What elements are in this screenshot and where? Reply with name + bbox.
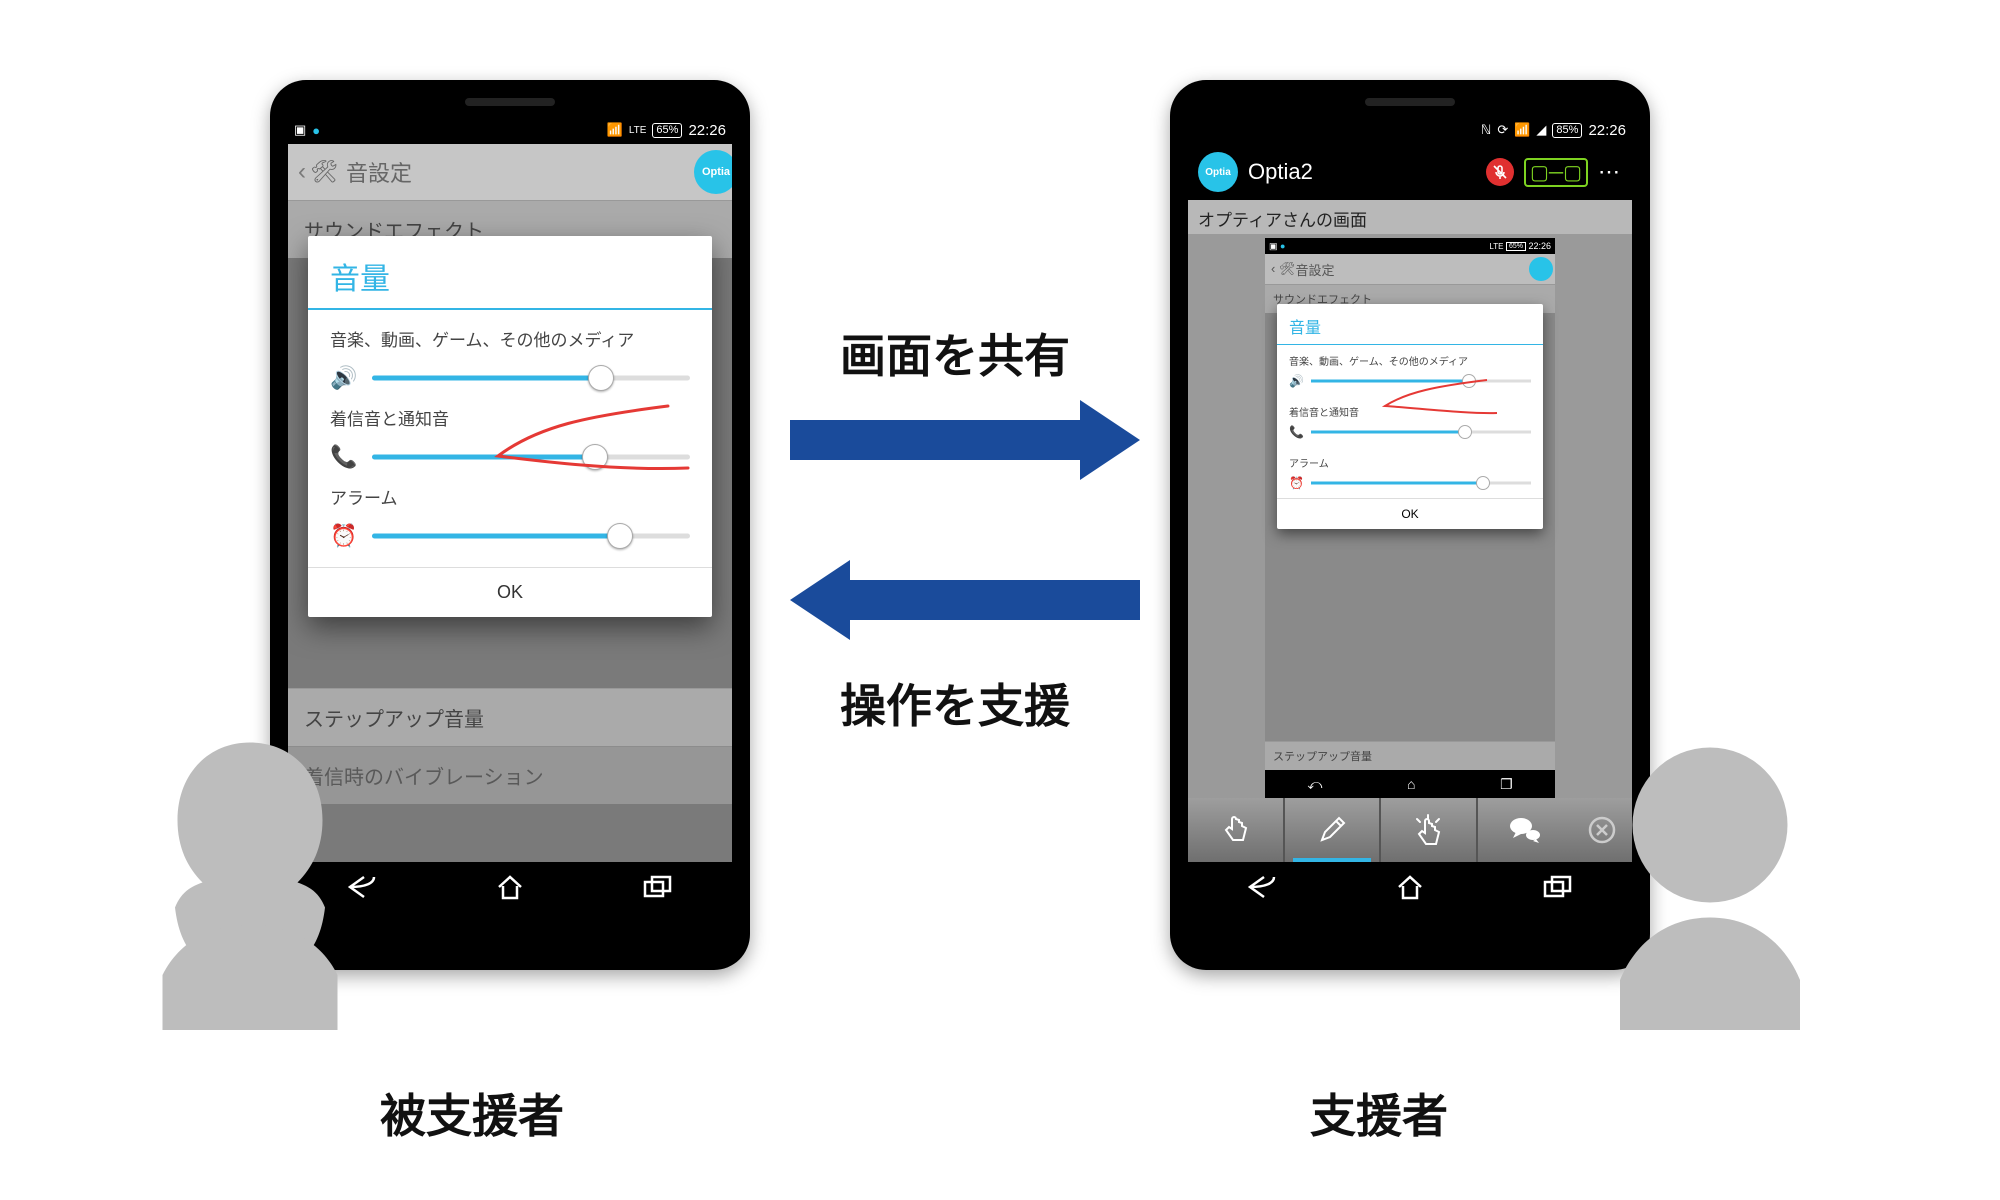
- tool-tap-icon[interactable]: [1188, 798, 1283, 862]
- app-title: Optia2: [1248, 159, 1476, 185]
- tool-chat-icon[interactable]: [1476, 798, 1573, 862]
- supported-label: 被支援者: [380, 1080, 564, 1146]
- settings-wrench-icon: 🛠: [310, 159, 338, 185]
- home-nav-icon[interactable]: [1389, 873, 1431, 908]
- app-icon: ●: [312, 123, 320, 138]
- tool-pointer-icon[interactable]: [1379, 798, 1476, 862]
- assist-arrow: [790, 560, 1140, 640]
- mini-ok: OK: [1277, 498, 1543, 529]
- mini-signal: LTE: [1489, 242, 1503, 251]
- mini-back-nav-icon: ⤺: [1307, 776, 1322, 793]
- signal-icon: ◢: [1536, 122, 1546, 138]
- mini-alarm-label: アラーム: [1277, 447, 1543, 474]
- phone-speaker: [1365, 98, 1455, 106]
- volume-dialog: 音量 音楽、動画、ゲーム、その他のメディア 🔊 着信音と通知音 📞: [308, 236, 712, 617]
- ok-button[interactable]: OK: [308, 567, 712, 617]
- mini-title: 音設定: [1295, 260, 1334, 279]
- right-screen: ℕ ⟳ 📶 ◢ 85% 22:26 Optia Optia2 ▢─▢ ⋯ オプテ…: [1188, 116, 1632, 918]
- mini-dialog: 音量 音楽、動画、ゲーム、その他のメディア 🔊 着信音と通知音 📞 アラーム ⏰…: [1277, 304, 1543, 529]
- mini-speaker-icon: 🔊: [1289, 374, 1303, 388]
- phone-speaker: [465, 98, 555, 106]
- mini-navbar: ⤺ ⌂ ❐: [1265, 770, 1555, 798]
- assist-label: 操作を支援: [840, 670, 1070, 736]
- phone-ring-icon: 📞: [330, 444, 356, 470]
- right-navbar: [1188, 862, 1632, 918]
- wifi-icon: 📶: [1514, 122, 1530, 138]
- supporter-label: 支援者: [1310, 1080, 1448, 1146]
- back-icon[interactable]: ‹: [298, 158, 306, 186]
- mini-home-nav-icon: ⌂: [1407, 776, 1415, 792]
- optia-logo-icon: Optia: [1198, 152, 1238, 192]
- mini-actionbar: ‹ 🛠 音設定: [1265, 254, 1555, 284]
- media-slider[interactable]: [372, 366, 690, 390]
- mini-clock: 22:26: [1528, 241, 1551, 251]
- alarm-clock-icon: ⏰: [330, 523, 356, 549]
- sync-icon: ⟳: [1497, 122, 1508, 138]
- alarm-slider[interactable]: [372, 524, 690, 548]
- mini-statusbar: ▣ ● LTE 65% 22:26: [1265, 238, 1555, 254]
- alarm-label: アラーム: [330, 484, 690, 509]
- clock: 22:26: [688, 122, 726, 139]
- recent-nav-icon[interactable]: [1537, 875, 1579, 906]
- left-actionbar: ‹ 🛠 音設定 Optia: [288, 144, 732, 200]
- mini-media-label: 音楽、動画、ゲーム、その他のメディア: [1277, 345, 1543, 372]
- battery-indicator: 65%: [652, 123, 682, 138]
- notif-icon: ▣: [294, 122, 306, 138]
- supported-person-icon: [120, 730, 380, 1030]
- more-icon[interactable]: ⋯: [1598, 159, 1622, 185]
- mini-phone-icon: 📞: [1289, 425, 1303, 439]
- mic-mute-icon[interactable]: [1486, 158, 1514, 186]
- media-label: 音楽、動画、ゲーム、その他のメディア: [330, 326, 690, 351]
- ring-slider[interactable]: [372, 445, 690, 469]
- mini-battery: 65%: [1506, 242, 1526, 251]
- nfc-icon: ℕ: [1481, 122, 1491, 138]
- speaker-icon: 🔊: [330, 365, 356, 391]
- tool-strip: [1188, 798, 1632, 862]
- ring-label: 着信音と通知音: [330, 405, 690, 430]
- home-nav-icon[interactable]: [489, 873, 531, 908]
- tool-pencil-icon[interactable]: [1283, 798, 1380, 862]
- battery-indicator: 85%: [1552, 123, 1582, 138]
- right-statusbar: ℕ ⟳ 📶 ◢ 85% 22:26: [1188, 116, 1632, 144]
- remote-mirror[interactable]: ▣ ● LTE 65% 22:26 ‹ 🛠 音設定 サウンドエフェクト 音量: [1188, 234, 1632, 798]
- dialog-title: 音量: [308, 236, 712, 310]
- mini-scribble: [1367, 374, 1507, 424]
- actionbar-title: 音設定: [346, 156, 722, 188]
- optia-overlay-icon[interactable]: Optia: [694, 150, 732, 194]
- clock: 22:26: [1588, 122, 1626, 139]
- share-arrow: [790, 400, 1140, 480]
- mini-list-item: ステップアップ音量: [1265, 741, 1555, 770]
- mini-dialog-title: 音量: [1277, 304, 1543, 345]
- optia-topbar: Optia Optia2 ▢─▢ ⋯: [1188, 144, 1632, 200]
- mini-optia-icon: [1529, 257, 1553, 281]
- mini-recent-nav-icon: ❐: [1500, 776, 1513, 793]
- connection-icon[interactable]: ▢─▢: [1524, 158, 1588, 187]
- back-nav-icon[interactable]: [1241, 873, 1283, 908]
- right-phone: ℕ ⟳ 📶 ◢ 85% 22:26 Optia Optia2 ▢─▢ ⋯ オプテ…: [1170, 80, 1650, 970]
- remote-mini-screen: ▣ ● LTE 65% 22:26 ‹ 🛠 音設定 サウンドエフェクト 音量: [1265, 238, 1555, 798]
- mini-back-icon: ‹ 🛠: [1271, 261, 1295, 277]
- share-label: 画面を共有: [840, 320, 1070, 386]
- supporter-person-icon: [1580, 730, 1840, 1030]
- signal-icon: 📶: [607, 122, 623, 138]
- recent-nav-icon[interactable]: [637, 875, 679, 906]
- left-statusbar: ▣ ● 📶 LTE 65% 22:26: [288, 116, 732, 144]
- remote-caption: オプティアさんの画面: [1188, 200, 1632, 237]
- mini-alarm-icon: ⏰: [1289, 476, 1303, 490]
- lte-label: LTE: [629, 125, 647, 136]
